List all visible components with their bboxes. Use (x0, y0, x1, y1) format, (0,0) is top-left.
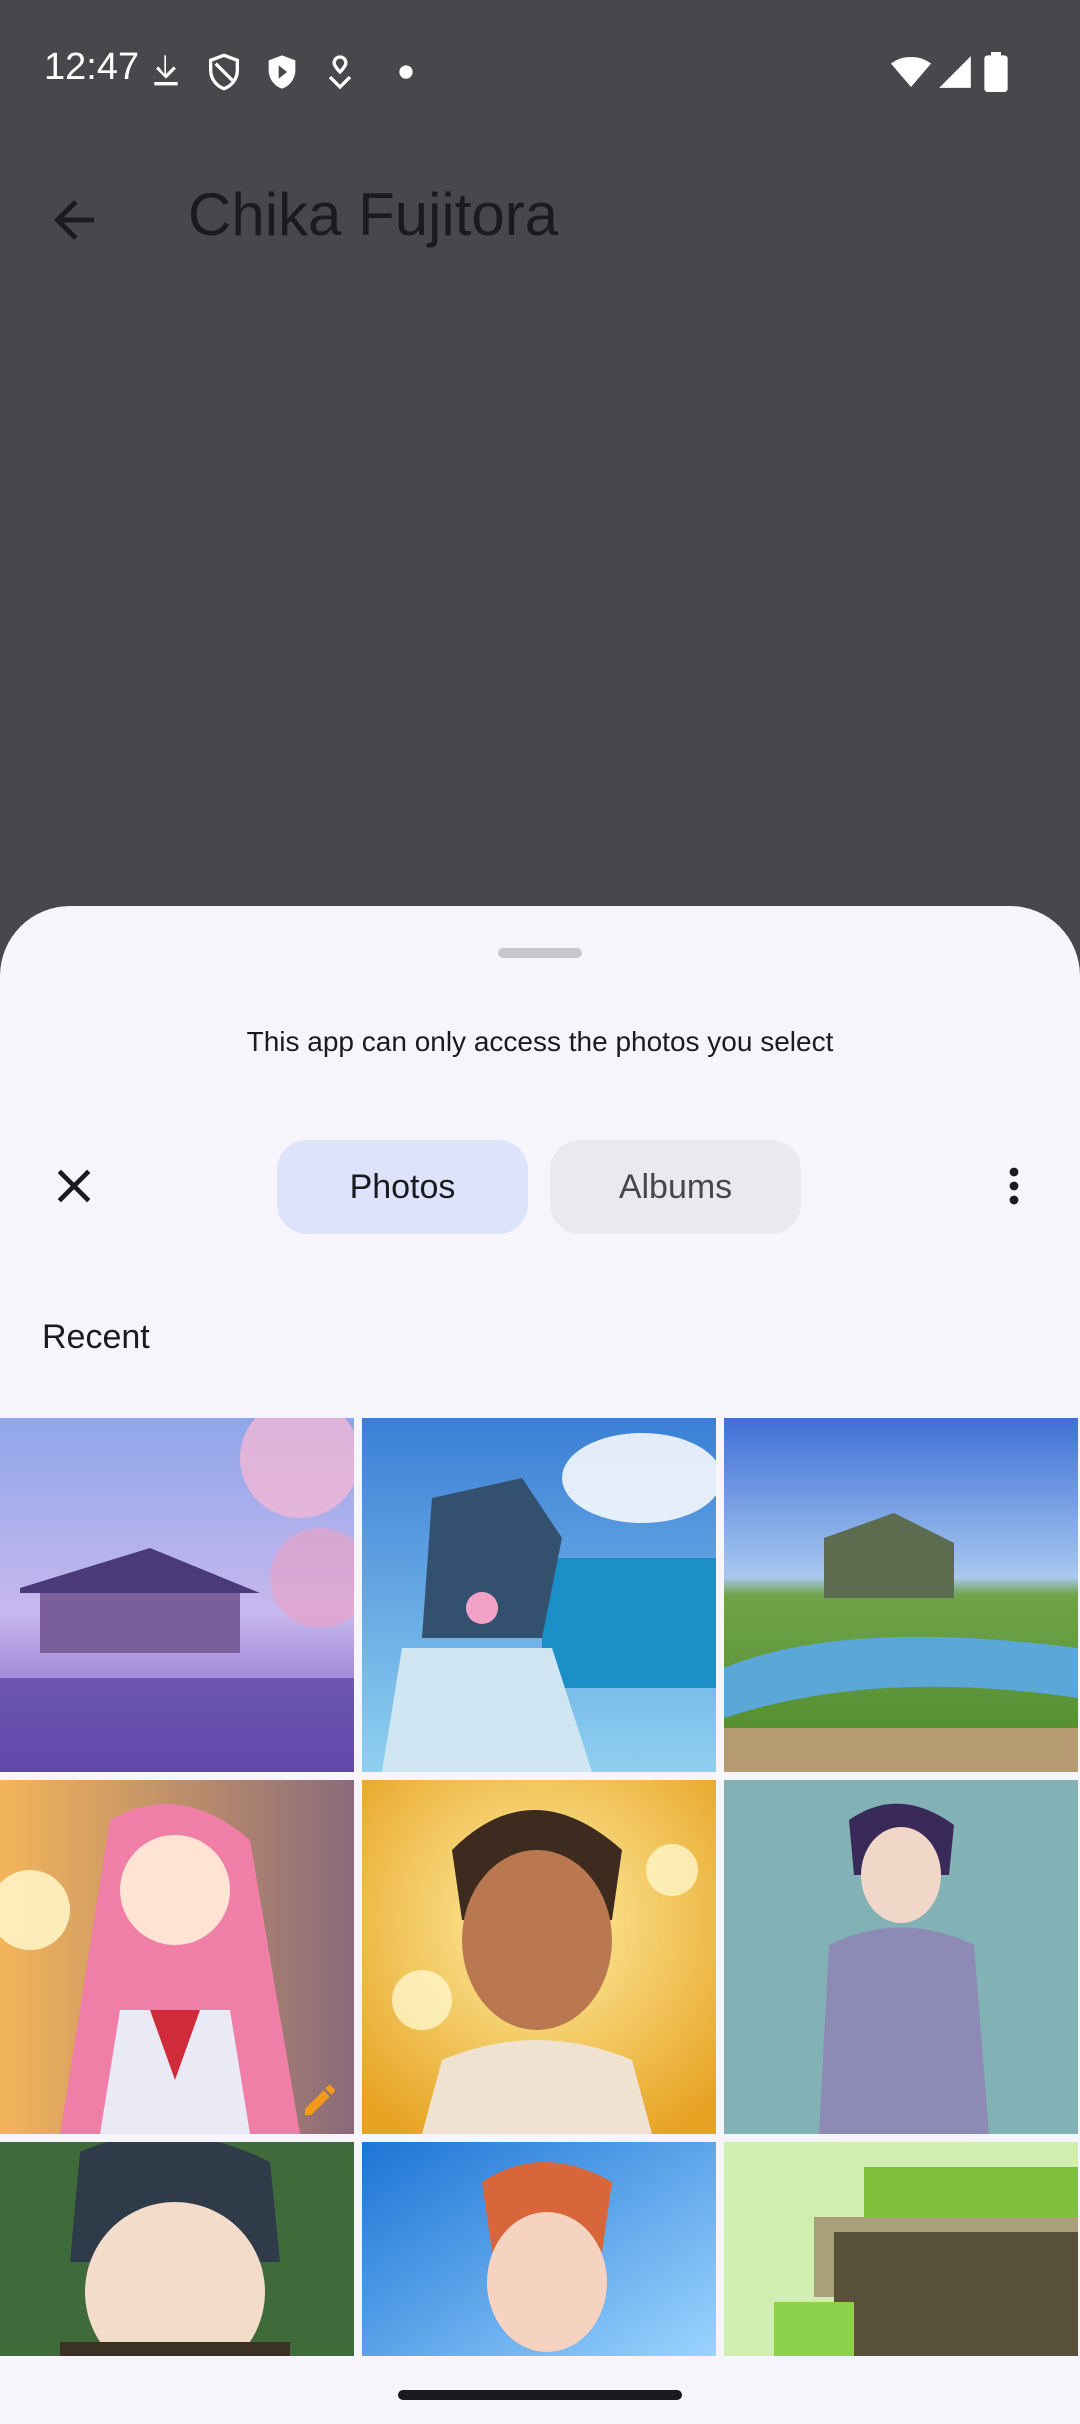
app-bar: Chika Fujitora (0, 160, 1080, 280)
signal-icon (939, 56, 971, 88)
photo-thumbnail[interactable] (0, 1418, 354, 1772)
tab-albums-label: Albums (618, 1167, 733, 1206)
shield-filled-icon (268, 55, 296, 89)
battery-icon (984, 52, 1008, 92)
tab-photos-label: Photos (349, 1167, 456, 1206)
photo-thumbnail[interactable] (724, 1418, 1078, 1772)
drag-handle[interactable] (498, 948, 582, 958)
dot-icon (399, 65, 413, 79)
status-bar: 12:47 (0, 0, 1080, 140)
photo-thumbnail[interactable] (724, 1780, 1078, 2134)
shield-outline-icon (209, 53, 239, 91)
wifi-icon (891, 57, 931, 87)
photo-thumbnail[interactable] (0, 1780, 354, 2134)
status-time: 12:47 (44, 46, 140, 88)
gesture-navigation-bar (0, 2356, 1080, 2424)
photo-thumbnail[interactable] (362, 1780, 716, 2134)
download-icon (154, 55, 178, 86)
close-icon[interactable] (46, 1158, 102, 1214)
photo-picker-sheet: This app can only access the photos you … (0, 906, 1080, 2424)
photo-thumbnail[interactable] (362, 2142, 716, 2372)
photo-thumbnail[interactable] (362, 1418, 716, 1772)
section-title-recent: Recent (42, 1318, 150, 1356)
tab-photos[interactable]: Photos (277, 1140, 528, 1234)
more-vert-icon[interactable] (990, 1158, 1038, 1214)
home-indicator[interactable] (398, 2390, 682, 2400)
location-pin-icon (328, 55, 352, 90)
photo-thumbnail[interactable] (724, 2142, 1078, 2372)
tab-albums[interactable]: Albums (550, 1140, 801, 1234)
access-notice: This app can only access the photos you … (246, 1026, 834, 1057)
page-title: Chika Fujitora (188, 181, 559, 248)
edit-pencil-icon (305, 2084, 336, 2115)
photo-thumbnail[interactable] (0, 2142, 354, 2372)
back-arrow-icon[interactable] (44, 190, 104, 250)
